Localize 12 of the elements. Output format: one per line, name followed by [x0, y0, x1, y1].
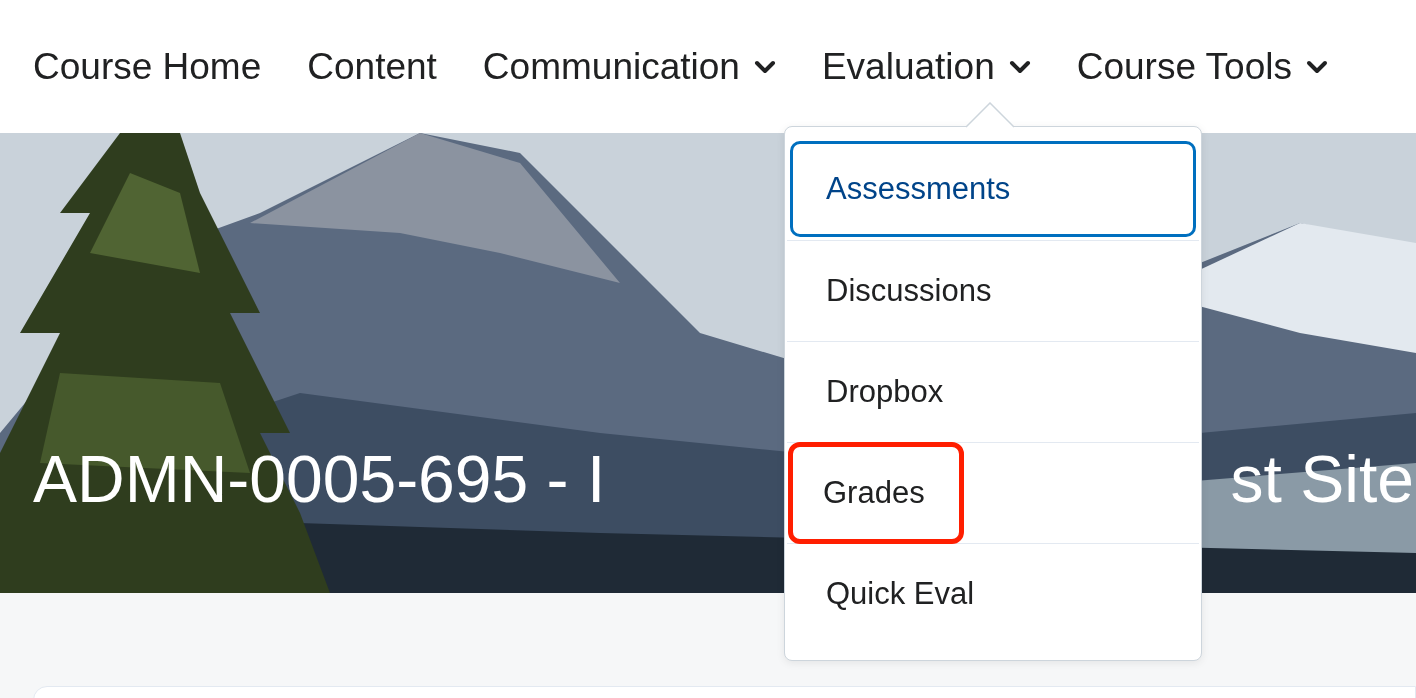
course-title: ADMN-0005-695 - I: [33, 443, 606, 516]
highlight-outline: Grades: [788, 442, 964, 544]
nav-link[interactable]: Communication: [482, 45, 776, 88]
nav-link[interactable]: Content: [307, 45, 437, 88]
menu-item[interactable]: Assessments: [790, 141, 1196, 237]
menu-item[interactable]: Discussions: [787, 241, 1199, 341]
nav-link[interactable]: Course Tools: [1076, 45, 1328, 88]
nav-link[interactable]: Evaluation: [821, 45, 1031, 88]
menu-item[interactable]: Grades: [787, 443, 1199, 543]
nav-link[interactable]: Course Home: [33, 45, 262, 88]
menu-item[interactable]: Dropbox: [787, 342, 1199, 442]
menu-item[interactable]: Quick Eval: [787, 544, 1199, 644]
